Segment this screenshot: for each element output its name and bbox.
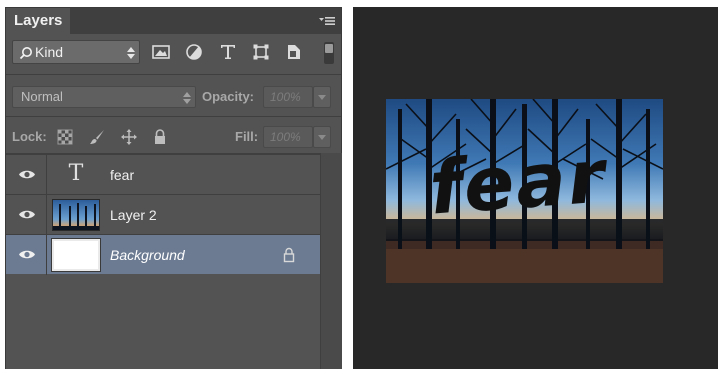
- layers-list-empty-area: [6, 276, 320, 369]
- background-thumbnail: [51, 238, 101, 272]
- blend-mode-value: Normal: [21, 89, 63, 104]
- fill-dropdown-button[interactable]: [313, 126, 331, 148]
- eye-icon[interactable]: [18, 168, 36, 181]
- blend-mode-select[interactable]: Normal: [12, 86, 196, 108]
- canvas-workspace: fear: [353, 7, 718, 369]
- row-separator: [46, 195, 47, 235]
- divider: [6, 116, 341, 117]
- document-canvas[interactable]: fear: [386, 99, 663, 283]
- canvas-text-fear[interactable]: fear: [427, 133, 612, 231]
- layer-name: fear: [110, 167, 135, 183]
- select-arrows-icon: [127, 47, 135, 59]
- filter-toggle-knob: [325, 44, 333, 53]
- lock-all-icon[interactable]: [151, 128, 169, 146]
- layers-scrollbar[interactable]: [320, 153, 342, 369]
- row-separator: [46, 155, 47, 195]
- lock-image-pixels-icon[interactable]: [88, 128, 106, 146]
- adjustment-layer-filter-icon[interactable]: [184, 42, 204, 62]
- lock-label: Lock:: [12, 129, 47, 144]
- panel-menu-icon[interactable]: [319, 16, 335, 26]
- panel-tab-bar: Layers: [6, 8, 341, 34]
- chevron-down-icon: [318, 135, 326, 140]
- opacity-label: Opacity:: [202, 89, 255, 104]
- layer-row-fear[interactable]: T fear: [6, 154, 320, 195]
- select-arrows-icon: [183, 92, 191, 104]
- eye-icon[interactable]: [18, 248, 36, 261]
- layer-row-background[interactable]: Background: [6, 234, 320, 275]
- layers-panel: Layers Kind Normal Opacity: 100% Lock: F…: [5, 7, 342, 369]
- search-icon: [19, 47, 32, 60]
- layer-name: Layer 2: [110, 207, 157, 223]
- fill-input[interactable]: 100%: [263, 126, 313, 148]
- opacity-input[interactable]: 100%: [263, 86, 313, 108]
- layer-name: Background: [110, 247, 185, 263]
- filter-kind-select[interactable]: Kind: [12, 40, 140, 64]
- lock-icon: [283, 247, 295, 263]
- lock-transparent-pixels-icon[interactable]: [56, 128, 74, 146]
- layer-thumbnail: [52, 199, 100, 231]
- lock-position-icon[interactable]: [120, 128, 138, 146]
- shape-layer-filter-icon[interactable]: [251, 42, 271, 62]
- type-layer-thumbnail-icon: T: [68, 161, 84, 186]
- filter-toggle-switch[interactable]: [324, 42, 334, 64]
- row-separator: [46, 235, 47, 275]
- smart-object-filter-icon[interactable]: [284, 42, 304, 62]
- pixel-layer-filter-icon[interactable]: [151, 42, 171, 62]
- filter-kind-label: Kind: [35, 44, 64, 60]
- type-layer-filter-icon[interactable]: [218, 42, 238, 62]
- layers-tab[interactable]: Layers: [6, 8, 70, 34]
- eye-icon[interactable]: [18, 208, 36, 221]
- divider: [6, 74, 341, 75]
- forest-thumbnail-image: [53, 200, 99, 230]
- chevron-down-icon: [318, 95, 326, 100]
- layer-row-layer-2[interactable]: Layer 2: [6, 194, 320, 235]
- opacity-dropdown-button[interactable]: [313, 86, 331, 108]
- fill-label: Fill:: [235, 129, 259, 144]
